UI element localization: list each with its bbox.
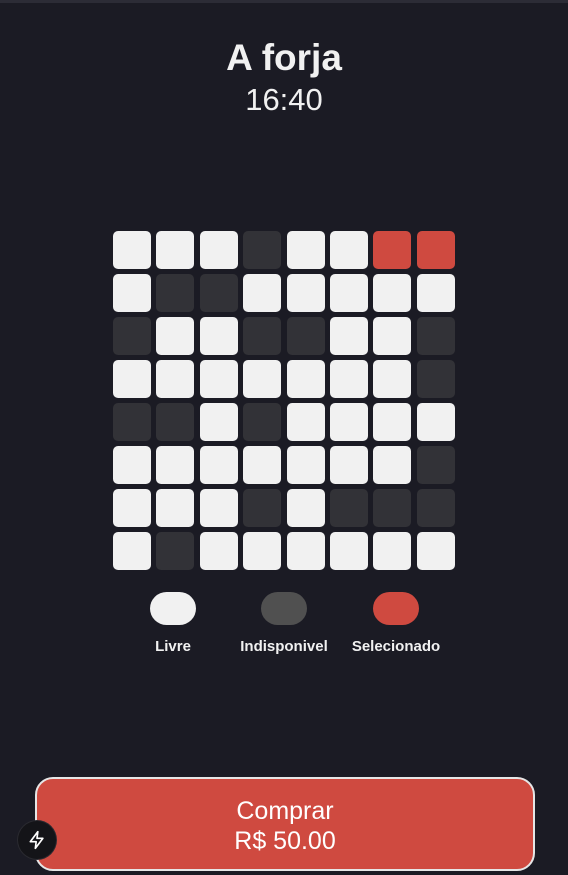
seat-unavailable [373, 489, 412, 527]
seat-free[interactable] [329, 446, 368, 484]
seat-free[interactable] [286, 274, 325, 312]
seat-unavailable [416, 317, 455, 355]
buy-button-label: Comprar [236, 797, 334, 825]
buy-button-price: R$ 50.00 [234, 827, 336, 855]
legend-unavailable-swatch [261, 592, 307, 625]
seat-unavailable [113, 317, 151, 355]
seat-unavailable [113, 403, 151, 441]
lightning-bolt-button[interactable] [18, 821, 56, 859]
seat-unavailable [416, 360, 455, 398]
seat-free[interactable] [199, 403, 238, 441]
legend-selected-swatch [373, 592, 419, 625]
legend-free: Livre [118, 592, 228, 656]
seat-free[interactable] [199, 532, 238, 570]
legend-free-label: Livre [155, 638, 191, 655]
legend-selected-label: Selecionado [351, 638, 441, 655]
seat-free[interactable] [156, 317, 195, 355]
seat-unavailable [416, 489, 455, 527]
seat-free[interactable] [113, 231, 151, 269]
seat-free[interactable] [113, 274, 151, 312]
session-time: 16:40 [245, 82, 323, 117]
seat-free[interactable] [373, 317, 412, 355]
seat-free[interactable] [373, 446, 412, 484]
legend-free-swatch [150, 592, 196, 625]
seat-free[interactable] [286, 403, 325, 441]
seat-free[interactable] [243, 446, 282, 484]
seat-free[interactable] [416, 274, 455, 312]
seat-free[interactable] [416, 403, 455, 441]
seat-free[interactable] [286, 360, 325, 398]
seat-unavailable [156, 532, 195, 570]
seat-unavailable [416, 446, 455, 484]
seat-selected[interactable] [373, 231, 412, 269]
legend-unavailable: Indisponivel [229, 592, 339, 656]
seat-unavailable [243, 403, 282, 441]
seat-free[interactable] [113, 532, 151, 570]
seat-unavailable [156, 403, 195, 441]
seat-free[interactable] [199, 446, 238, 484]
seat-free[interactable] [286, 532, 325, 570]
seat-unavailable [156, 274, 195, 312]
seat-free[interactable] [329, 403, 368, 441]
seat-free[interactable] [373, 532, 412, 570]
seat-free[interactable] [113, 446, 151, 484]
seat-unavailable [329, 489, 368, 527]
seat-free[interactable] [329, 317, 368, 355]
seat-free[interactable] [329, 231, 368, 269]
seat-free[interactable] [113, 489, 151, 527]
seat-free[interactable] [286, 231, 325, 269]
top-divider [0, 0, 568, 3]
seat-free[interactable] [243, 360, 282, 398]
seat-free[interactable] [199, 231, 238, 269]
seat-free[interactable] [156, 489, 195, 527]
seat-free[interactable] [156, 231, 195, 269]
seat-unavailable [243, 489, 282, 527]
seat-unavailable [243, 231, 282, 269]
seat-free[interactable] [199, 489, 238, 527]
seat-free[interactable] [243, 274, 282, 312]
seat-free[interactable] [113, 360, 151, 398]
seat-free[interactable] [373, 360, 412, 398]
seat-free[interactable] [329, 360, 368, 398]
buy-button[interactable]: Comprar R$ 50.00 [35, 777, 535, 871]
seat-unavailable [286, 317, 325, 355]
legend-selected: Selecionado [341, 592, 451, 656]
seat-free[interactable] [199, 360, 238, 398]
lightning-bolt-icon [29, 830, 44, 850]
seat-free[interactable] [329, 274, 368, 312]
seat-free[interactable] [286, 489, 325, 527]
movie-title: A forja [226, 37, 342, 78]
seat-unavailable [199, 274, 238, 312]
seat-map [113, 231, 455, 570]
seat-free[interactable] [199, 317, 238, 355]
seat-free[interactable] [156, 360, 195, 398]
seat-free[interactable] [243, 532, 282, 570]
seat-selected[interactable] [416, 231, 455, 269]
seat-free[interactable] [373, 403, 412, 441]
legend-unavailable-label: Indisponivel [240, 638, 328, 655]
seat-free[interactable] [416, 532, 455, 570]
seat-free[interactable] [373, 274, 412, 312]
seat-unavailable [243, 317, 282, 355]
seat-free[interactable] [329, 532, 368, 570]
seat-free[interactable] [156, 446, 195, 484]
seat-free[interactable] [286, 446, 325, 484]
